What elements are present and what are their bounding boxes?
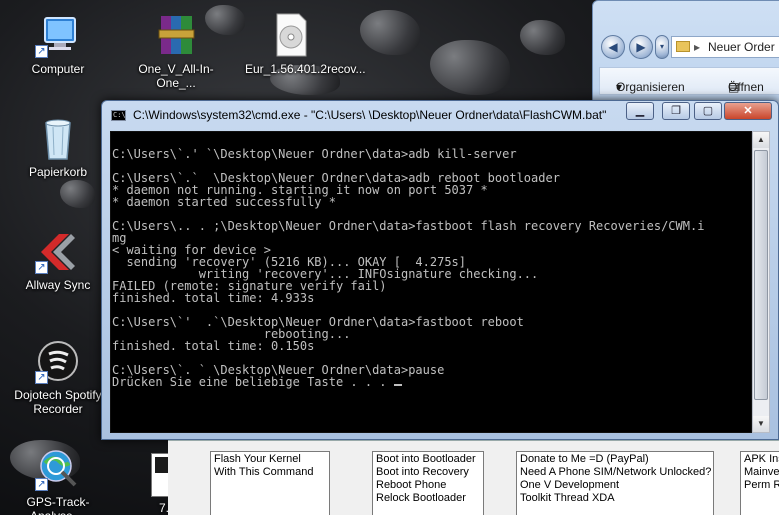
cmd-icon: C:\ xyxy=(111,110,126,121)
list-item[interactable]: Perm R xyxy=(744,479,779,492)
list-item[interactable]: Mainve xyxy=(744,466,779,479)
desktop-icon-label: One_V_All-In-One_... xyxy=(138,62,214,90)
list-item[interactable]: Reboot Phone xyxy=(376,479,480,492)
history-dropdown-button[interactable]: ▾ xyxy=(655,35,669,59)
desktop-icon-label: Dojotech Spotify Recorder xyxy=(14,388,102,416)
list-item[interactable]: One V Development xyxy=(520,479,710,492)
computer-icon: ↗ xyxy=(35,12,81,58)
cmd-window-title: C:\Windows\system32\cmd.exe - "C:\Users\… xyxy=(133,108,607,122)
folder-icon xyxy=(676,41,690,52)
spotify-recorder-icon: ↗ xyxy=(35,338,81,384)
list-item[interactable]: Flash Your Kernel xyxy=(214,453,326,466)
desktop-icon-label: Allway Sync xyxy=(25,278,91,292)
winrar-archive-icon xyxy=(153,12,199,58)
scroll-down-icon[interactable]: ▼ xyxy=(753,416,769,432)
list-item[interactable]: Boot into Bootloader xyxy=(376,453,480,466)
minimize-button[interactable]: ▁ xyxy=(626,102,654,120)
address-text: Neuer Order xyxy=(708,40,775,54)
list-item[interactable]: Toolkit Thread XDA xyxy=(520,492,710,505)
desktop-icon-allway-sync[interactable]: ↗ Allway Sync xyxy=(12,228,104,292)
desktop-icon-papierkorb[interactable]: Papierkorb xyxy=(12,115,104,179)
disc-image-icon xyxy=(268,12,314,58)
list-item[interactable]: Relock Bootloader xyxy=(376,492,480,505)
cmd-window[interactable]: C:\ C:\Windows\system32\cmd.exe - "C:\Us… xyxy=(101,100,779,440)
recycle-bin-icon xyxy=(35,115,81,161)
gps-globe-icon: ↗ xyxy=(35,445,81,491)
open-label: Öffnen xyxy=(728,80,764,94)
console-line: C:\Users\.. . ;\Desktop\Neuer Ordner\dat… xyxy=(112,219,705,233)
desktop-icon-label: GPS-Track-Analyse.... xyxy=(26,495,90,515)
vertical-scrollbar[interactable]: ▲ ▼ xyxy=(752,131,770,433)
desktop-icon-label: Computer xyxy=(31,62,85,76)
text-cursor xyxy=(393,384,402,386)
desktop-icon-gps-track-analyse[interactable]: ↗ GPS-Track-Analyse.... xyxy=(12,445,104,515)
console-line: Drücken Sie eine beliebige Taste . . . xyxy=(112,375,394,389)
console-line: * daemon started successfully * xyxy=(112,195,336,209)
list-item[interactable]: APK Ins xyxy=(744,453,779,466)
scrollbar-thumb[interactable] xyxy=(754,150,768,400)
desktop-icon-label: Eur_1.56.401.2recov... xyxy=(245,62,366,76)
background-rock xyxy=(430,40,510,95)
shortcut-arrow-icon: ↗ xyxy=(35,371,48,384)
desktop-icon-eur-recovery[interactable]: Eur_1.56.401.2recov... xyxy=(245,12,366,76)
console-output[interactable]: C:\Users\`.' `\Desktop\Neuer Ordner\data… xyxy=(110,131,752,433)
scroll-up-icon[interactable]: ▲ xyxy=(753,132,769,148)
forward-button[interactable]: ▶ xyxy=(629,35,653,59)
listbox-kernel[interactable]: Flash Your Kernel With This Command xyxy=(210,451,330,515)
list-item[interactable]: Boot into Recovery xyxy=(376,466,480,479)
shortcut-arrow-icon: ↗ xyxy=(35,261,48,274)
desktop-icon-label: Papierkorb xyxy=(28,165,88,179)
shortcut-arrow-icon: ↗ xyxy=(35,45,48,58)
explorer-toolbar: Organisieren ▾ ▤ Öffnen xyxy=(599,67,779,95)
list-item[interactable]: Donate to Me =D (PayPal) xyxy=(520,453,710,466)
background-rock xyxy=(520,20,565,55)
back-button[interactable]: ◀ xyxy=(601,35,625,59)
desktop-icon-dojotech-spotify-recorder[interactable]: ↗ Dojotech Spotify Recorder xyxy=(12,338,104,416)
chevron-down-icon: ▾ xyxy=(616,80,623,94)
organize-label: Organisieren xyxy=(616,80,685,94)
close-button[interactable]: ✕ xyxy=(724,102,772,120)
shortcut-arrow-icon: ↗ xyxy=(35,478,48,491)
console-line: finished. total time: 4.933s xyxy=(112,291,315,305)
restore-button[interactable]: ❐ xyxy=(662,102,690,120)
toolkit-window-panel: Flash Your Kernel With This Command Boot… xyxy=(168,440,779,515)
list-item[interactable]: With This Command xyxy=(214,466,326,479)
listbox-apk[interactable]: APK Ins Mainve Perm R xyxy=(740,451,779,515)
listbox-links[interactable]: Donate to Me =D (PayPal) Need A Phone SI… xyxy=(516,451,714,515)
console-text: C:\Users\`.' `\Desktop\Neuer Ordner\data… xyxy=(111,132,751,388)
console-line: C:\Users\`.' `\Desktop\Neuer Ordner\data… xyxy=(112,147,517,161)
cmd-titlebar[interactable]: C:\ C:\Windows\system32\cmd.exe - "C:\Us… xyxy=(102,101,778,129)
allway-sync-icon: ↗ xyxy=(35,228,81,274)
desktop-icon-computer[interactable]: ↗ Computer xyxy=(12,12,104,76)
list-item[interactable]: Need A Phone SIM/Network Unlocked? xyxy=(520,466,711,479)
maximize-button[interactable]: ▢ xyxy=(694,102,722,120)
address-bar[interactable]: ▸ Neuer Order xyxy=(671,36,779,58)
background-rock xyxy=(60,180,95,208)
console-line: finished. total time: 0.150s xyxy=(112,339,315,353)
desktop-icon-one-v-all-in-one[interactable]: One_V_All-In-One_... xyxy=(130,12,222,90)
breadcrumb-separator-icon: ▸ xyxy=(694,40,701,54)
listbox-reboot-options[interactable]: Boot into Bootloader Boot into Recovery … xyxy=(372,451,484,515)
background-rock xyxy=(360,10,420,55)
